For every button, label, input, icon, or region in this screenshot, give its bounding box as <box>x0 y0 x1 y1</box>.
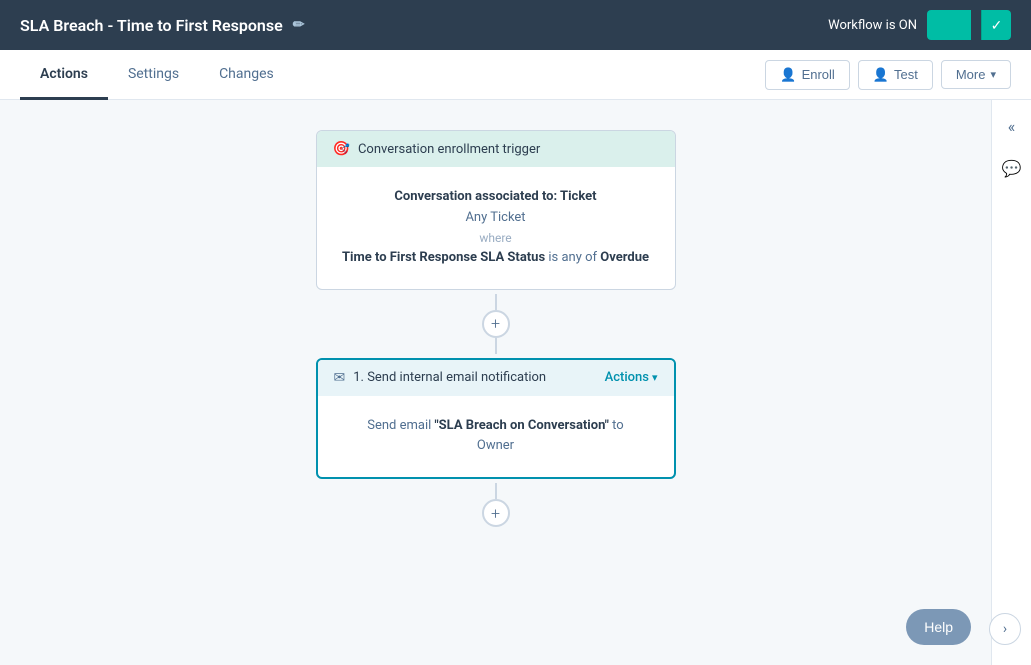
trigger-card-header: 🎯 Conversation enrollment trigger <box>317 131 675 167</box>
trigger-condition-value: Overdue <box>600 250 649 265</box>
action-card-header: ✉ 1. Send internal email notification Ac… <box>318 360 674 396</box>
action-actions-link[interactable]: Actions ▾ <box>605 370 658 385</box>
check-icon: ✓ <box>991 17 1003 34</box>
trigger-card-body: Conversation associated to: Ticket Any T… <box>317 167 675 289</box>
trigger-ticket-type: Any Ticket <box>333 208 659 229</box>
trigger-condition-detail: any of <box>561 250 597 265</box>
workflow-confirm-button[interactable]: ✓ <box>981 10 1011 40</box>
workflow-toggle-button[interactable] <box>927 10 971 40</box>
main-content: 🎯 Conversation enrollment trigger Conver… <box>0 100 1031 665</box>
chat-sidebar-button[interactable]: 💬 <box>996 152 1028 184</box>
workflow-title: SLA Breach - Time to First Response <box>20 16 283 35</box>
connector-line-1 <box>495 294 497 310</box>
chat-icon: 💬 <box>1002 159 1022 178</box>
action-header-left: ✉ 1. Send internal email notification <box>334 370 547 386</box>
enroll-button[interactable]: 👤 Enroll <box>765 60 849 90</box>
action-card-body: Send email "SLA Breach on Conversation" … <box>318 396 674 478</box>
connector-2: + <box>482 483 510 527</box>
next-icon: › <box>1003 621 1007 637</box>
trigger-card: 🎯 Conversation enrollment trigger Conver… <box>316 130 676 290</box>
more-button[interactable]: More ▾ <box>941 60 1011 89</box>
connector-1: + <box>482 294 510 354</box>
workflow-status: Workflow is ON <box>828 18 917 33</box>
trigger-condition: Time to First Response SLA Status is any… <box>333 248 659 269</box>
nav-bar: Actions Settings Changes 👤 Enroll 👤 Test… <box>0 50 1031 100</box>
email-icon: ✉ <box>334 370 346 386</box>
test-button[interactable]: 👤 Test <box>858 60 933 90</box>
nav-tabs: Actions Settings Changes <box>20 50 294 99</box>
action-send-prefix: Send email <box>367 418 434 433</box>
top-header: SLA Breach - Time to First Response ✏ Wo… <box>0 0 1031 50</box>
trigger-condition-field: Time to First Response SLA Status <box>342 250 545 265</box>
tab-actions[interactable]: Actions <box>20 51 108 100</box>
collapse-sidebar-button[interactable]: « <box>996 110 1028 142</box>
tab-changes[interactable]: Changes <box>199 51 294 100</box>
action-to-suffix: to <box>609 418 624 433</box>
more-chevron-icon: ▾ <box>990 68 996 81</box>
add-step-button-1[interactable]: + <box>482 310 510 338</box>
right-sidebar: « 💬 <box>991 100 1031 665</box>
actions-chevron-icon: ▾ <box>652 371 658 384</box>
tab-settings[interactable]: Settings <box>108 51 199 100</box>
next-button[interactable]: › <box>989 613 1021 645</box>
edit-icon[interactable]: ✏ <box>293 17 305 33</box>
action-card: ✉ 1. Send internal email notification Ac… <box>316 358 676 480</box>
add-step-button-2[interactable]: + <box>482 499 510 527</box>
connector-line-3 <box>495 483 497 499</box>
test-icon: 👤 <box>873 67 889 83</box>
trigger-header-label: Conversation enrollment trigger <box>358 142 540 157</box>
workflow-canvas: 🎯 Conversation enrollment trigger Conver… <box>0 100 991 665</box>
header-right: Workflow is ON ✓ <box>828 10 1011 40</box>
trigger-association: Conversation associated to: Ticket <box>333 187 659 208</box>
enroll-icon: 👤 <box>780 67 796 83</box>
trigger-condition-verb: is <box>548 250 558 265</box>
collapse-icon: « <box>1008 117 1016 136</box>
connector-line-2 <box>495 338 497 354</box>
nav-action-buttons: 👤 Enroll 👤 Test More ▾ <box>765 60 1011 90</box>
action-recipient: Owner <box>334 436 658 457</box>
action-step-label: 1. Send internal email notification <box>353 370 546 385</box>
trigger-where-label: where <box>333 229 659 248</box>
action-email-name: "SLA Breach on Conversation" <box>435 418 609 433</box>
trigger-icon: 🎯 <box>333 141 350 157</box>
help-button[interactable]: Help <box>906 609 971 645</box>
workflow-title-group: SLA Breach - Time to First Response ✏ <box>20 16 304 35</box>
